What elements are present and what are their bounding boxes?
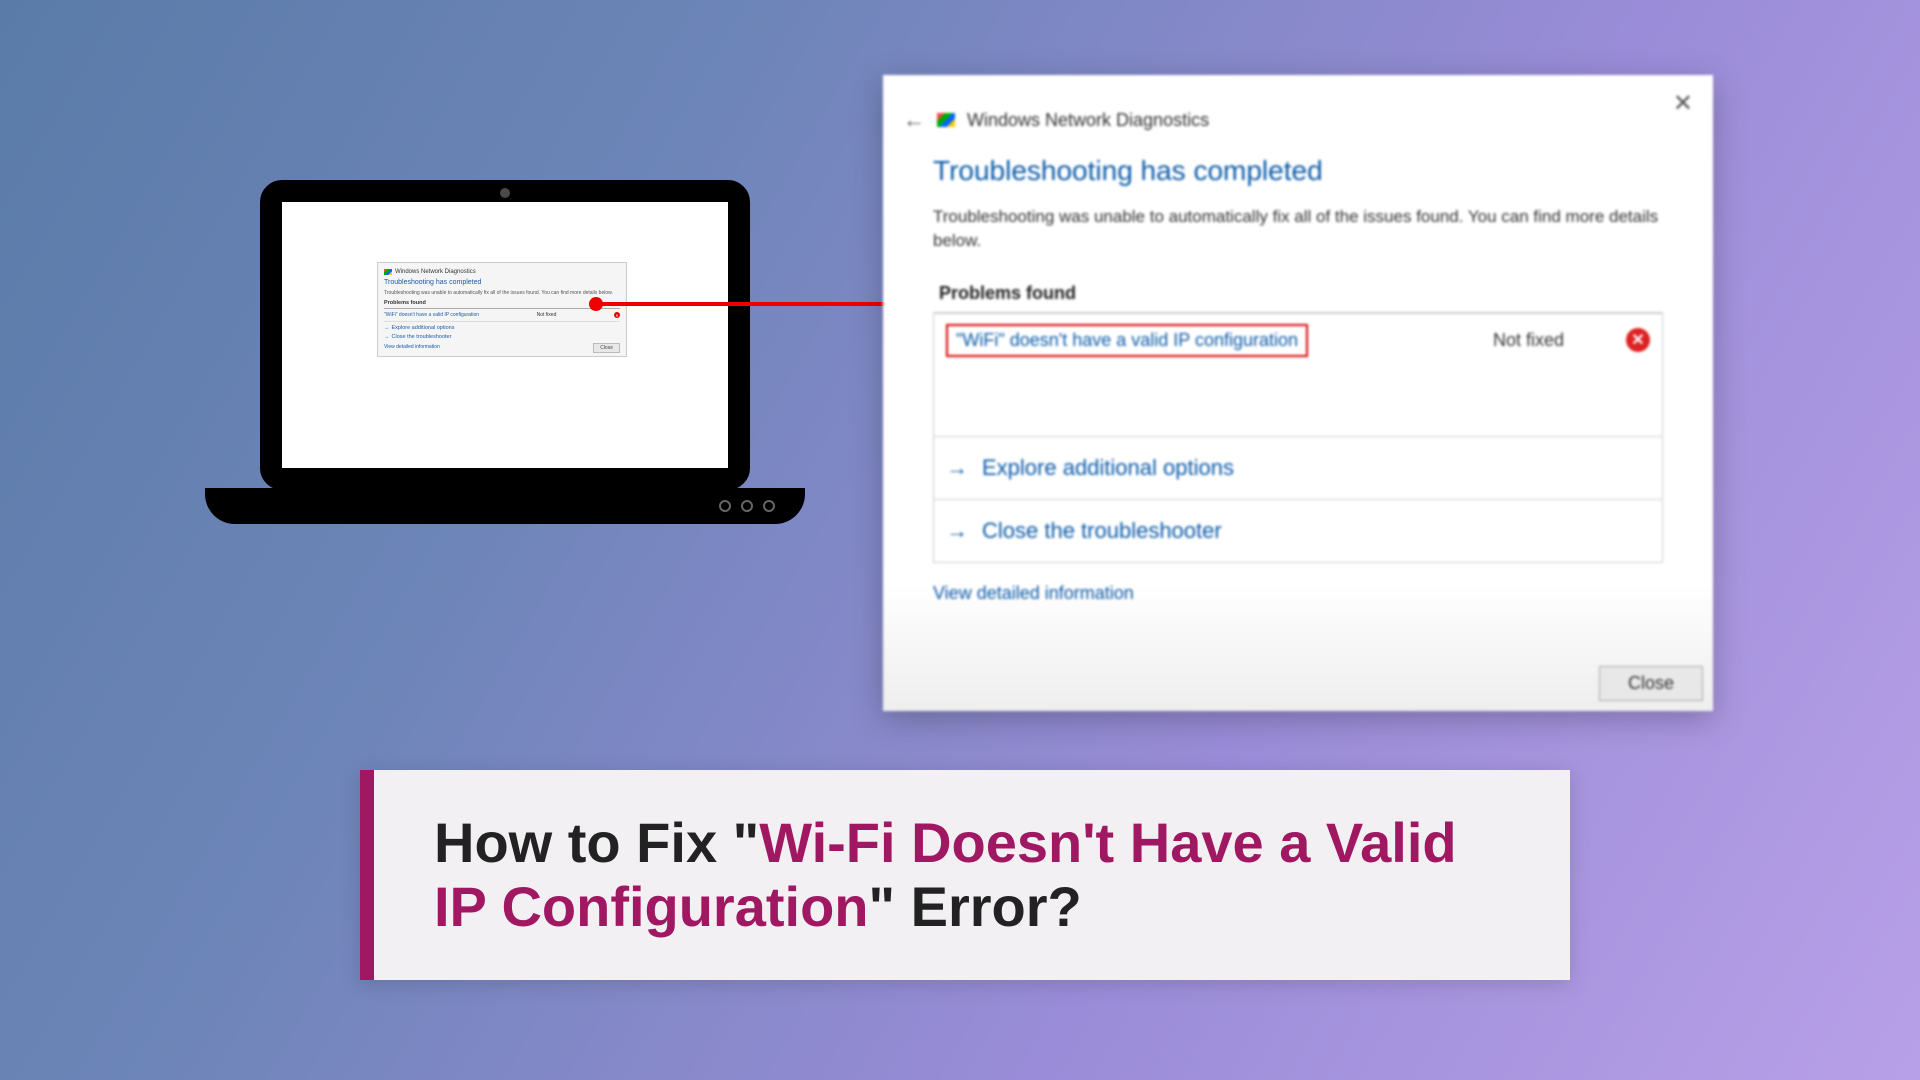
- laptop-illustration: Windows Network Diagnostics Troubleshoot…: [205, 180, 805, 524]
- arrow-icon: →: [946, 455, 968, 481]
- problem-row[interactable]: "WiFi" doesn't have a valid IP configura…: [934, 314, 1662, 367]
- close-troubleshooter-label: Close the troubleshooter: [982, 518, 1222, 544]
- port-icon: [763, 500, 775, 512]
- close-icon[interactable]: ✕: [1663, 85, 1703, 122]
- port-icon: [741, 500, 753, 512]
- problems-section: "WiFi" doesn't have a valid IP configura…: [933, 313, 1663, 563]
- callout-line: [596, 302, 916, 306]
- error-icon: ✕: [614, 312, 620, 318]
- laptop-screen: Windows Network Diagnostics Troubleshoot…: [260, 180, 750, 490]
- mini-problem-row: "WiFi" doesn't have a valid IP configura…: [384, 309, 620, 322]
- explore-label: Explore additional options: [982, 455, 1234, 481]
- problem-text-highlighted: "WiFi" doesn't have a valid IP configura…: [946, 324, 1308, 357]
- title-card: How to Fix "Wi-Fi Doesn't Have a Valid I…: [360, 770, 1570, 980]
- arrow-icon: →: [384, 334, 390, 340]
- dialog-header: Troubleshooting has completed: [933, 155, 1663, 187]
- mini-window-title: Windows Network Diagnostics: [395, 269, 476, 275]
- mini-close-link: → Close the troubleshooter: [384, 334, 620, 340]
- diagnostics-dialog: ✕ ← Windows Network Diagnostics Troubles…: [883, 75, 1713, 711]
- arrow-icon: →: [384, 325, 390, 331]
- mini-dialog: Windows Network Diagnostics Troubleshoot…: [377, 262, 627, 357]
- back-arrow-icon[interactable]: ←: [903, 107, 925, 133]
- close-troubleshooter-link[interactable]: → Close the troubleshooter: [934, 500, 1662, 562]
- mini-status: Not fixed: [537, 312, 557, 318]
- explore-options-link[interactable]: → Explore additional options: [934, 437, 1662, 500]
- mini-problem-text: "WiFi" doesn't have a valid IP configura…: [384, 312, 479, 318]
- mini-view-details: View detailed information: [384, 344, 620, 350]
- callout-dot: [589, 297, 603, 311]
- mini-problems-label: Problems found: [384, 300, 620, 309]
- windows-flag-icon: [384, 269, 392, 275]
- error-icon: ✕: [1626, 328, 1650, 352]
- title-text: How to Fix "Wi-Fi Doesn't Have a Valid I…: [434, 811, 1510, 940]
- mini-header: Troubleshooting has completed: [384, 279, 620, 286]
- problems-found-label: Problems found: [933, 275, 1663, 313]
- view-details-link[interactable]: View detailed information: [933, 583, 1663, 604]
- close-button[interactable]: Close: [1599, 666, 1703, 701]
- dialog-subtext: Troubleshooting was unable to automatica…: [933, 205, 1663, 253]
- camera-dot: [500, 188, 510, 198]
- mini-subtext: Troubleshooting was unable to automatica…: [384, 290, 620, 296]
- title-suffix: " Error?: [869, 875, 1082, 938]
- title-prefix: How to Fix ": [434, 811, 759, 874]
- port-icon: [719, 500, 731, 512]
- mini-explore-link: → Explore additional options: [384, 325, 620, 331]
- problem-status: Not fixed: [1493, 330, 1564, 351]
- windows-flag-icon: [937, 113, 955, 127]
- mini-close-button: Close: [593, 343, 620, 353]
- window-title: Windows Network Diagnostics: [967, 110, 1209, 131]
- laptop-base: [205, 488, 805, 524]
- dialog-titlebar: ← Windows Network Diagnostics: [883, 75, 1713, 145]
- arrow-icon: →: [946, 518, 968, 544]
